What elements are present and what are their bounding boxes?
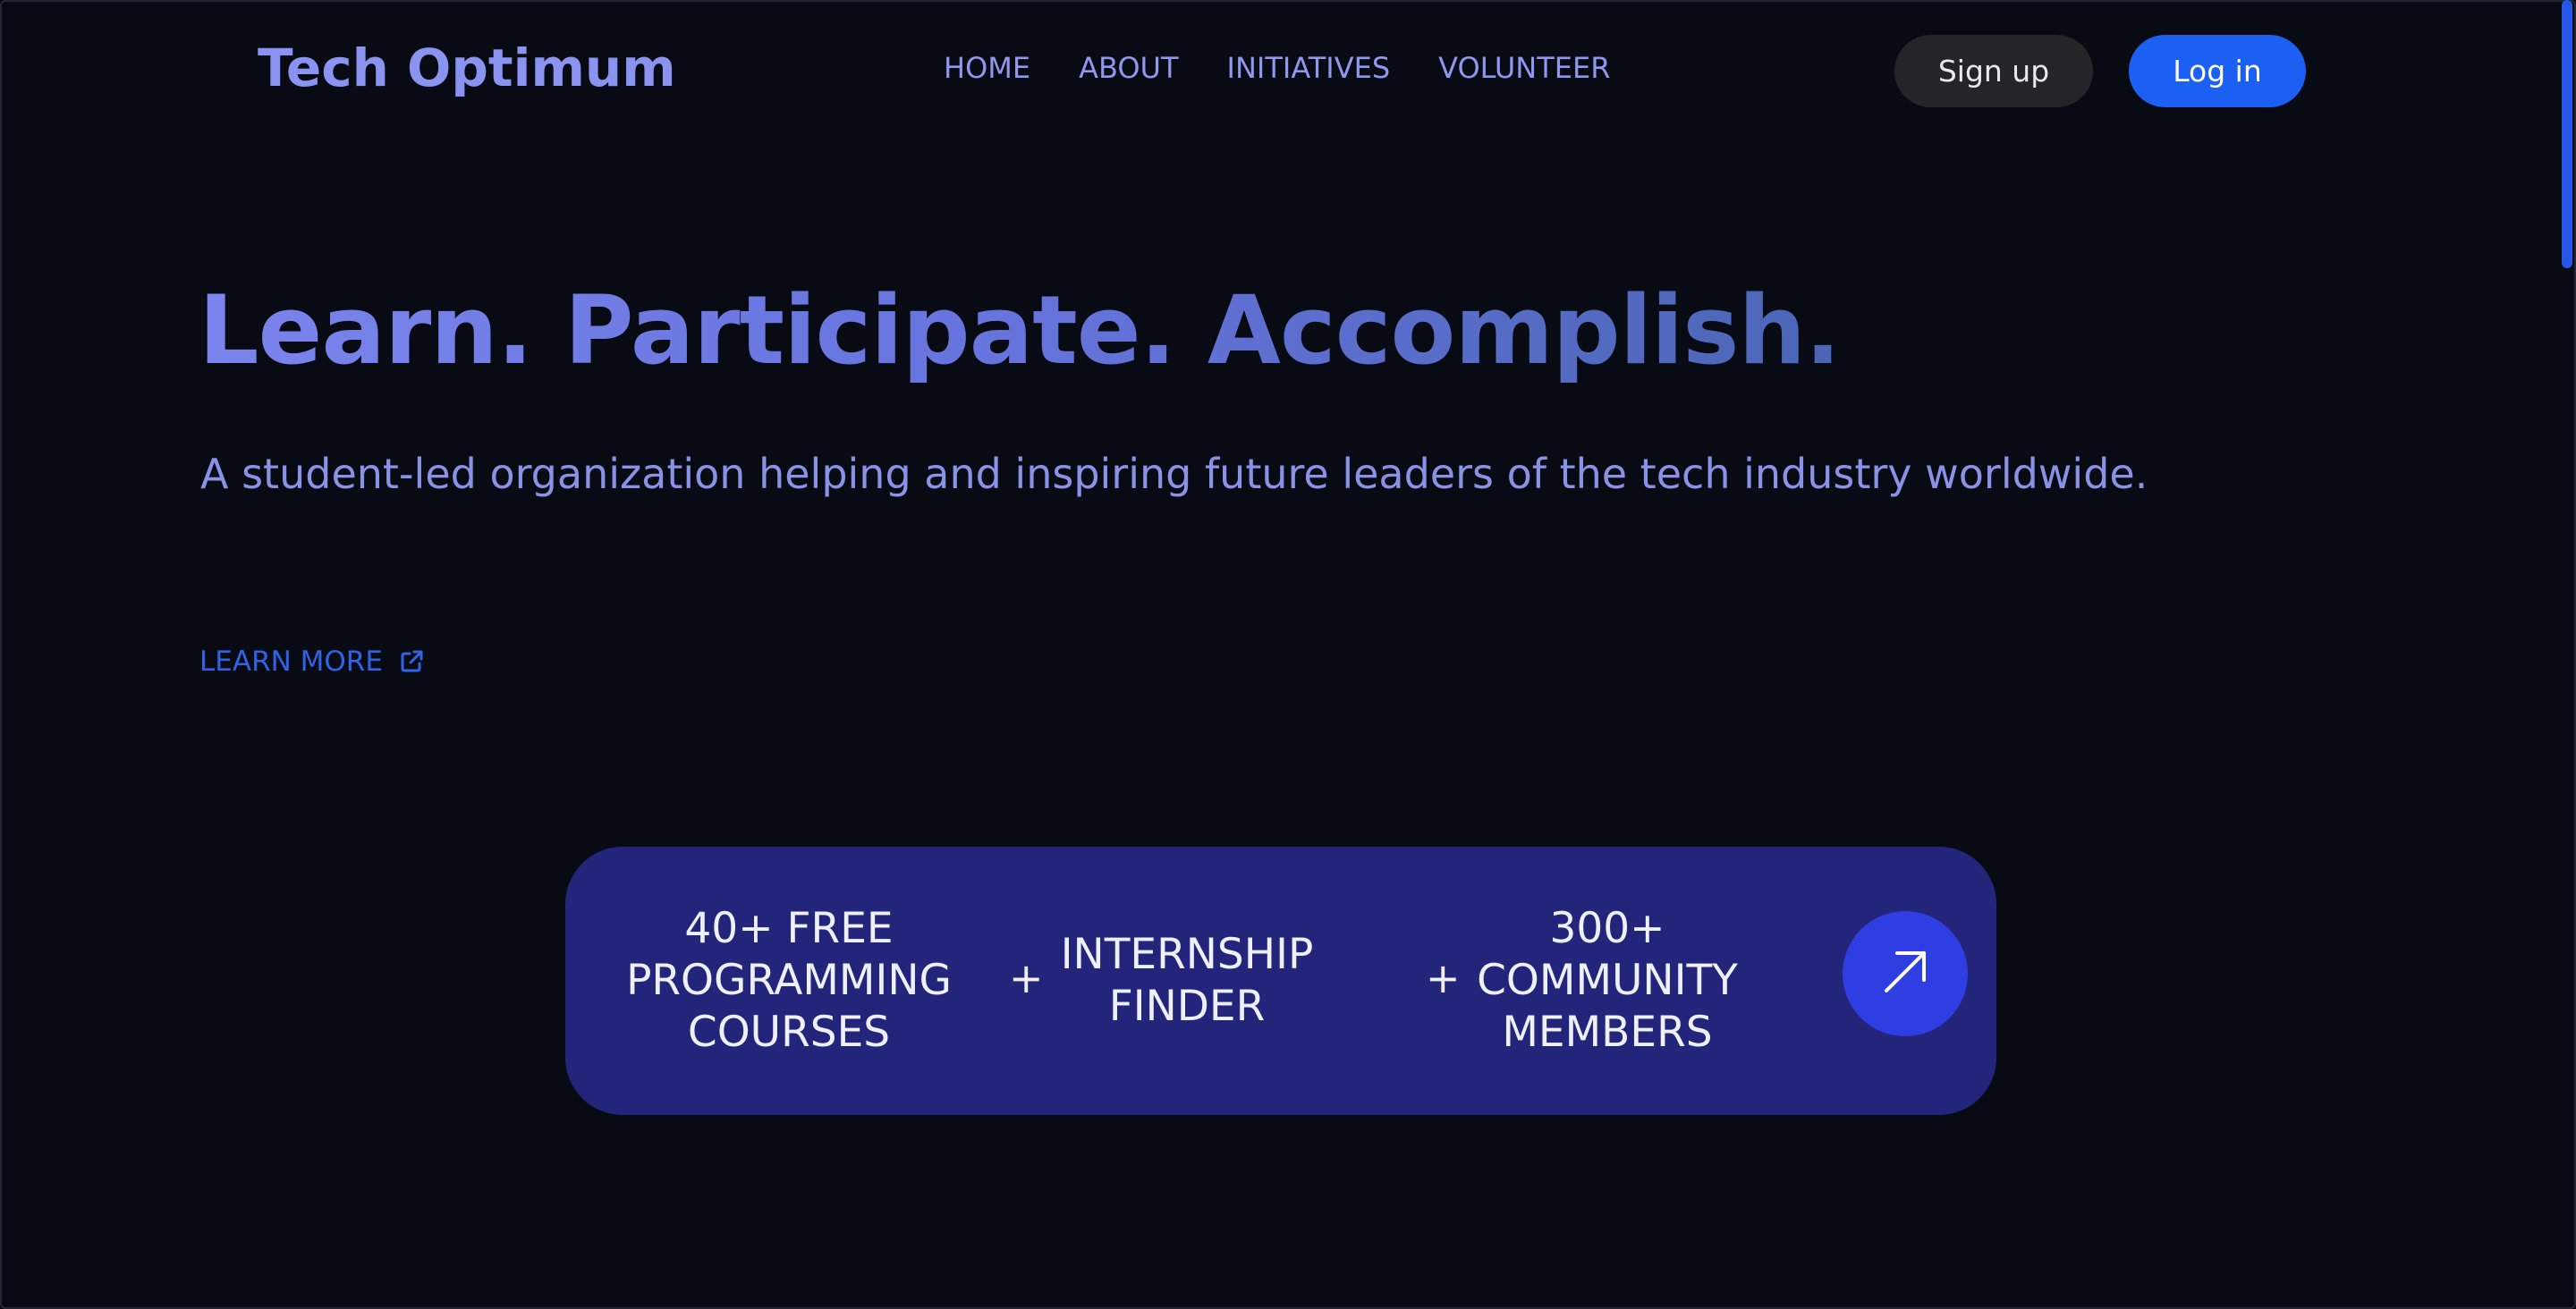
feature-community-members: 300+ COMMUNITY MEMBERS — [1477, 904, 1738, 1057]
features-banner: 40+ FREE PROGRAMMING COURSES + INTERNSHI… — [565, 847, 1996, 1115]
nav-home[interactable]: HOME — [944, 50, 1030, 86]
scrollbar-thumb[interactable] — [2562, 0, 2572, 268]
external-link-icon — [399, 649, 424, 674]
plus-separator: + — [1009, 954, 1044, 1002]
site-logo[interactable]: Tech Optimum — [258, 34, 676, 102]
plus-separator: + — [1426, 954, 1461, 1002]
nav-initiatives[interactable]: INITIATIVES — [1227, 50, 1391, 86]
nav-volunteer[interactable]: VOLUNTEER — [1438, 50, 1610, 86]
features-arrow-button[interactable] — [1843, 911, 1968, 1036]
main-nav: HOME ABOUT INITIATIVES VOLUNTEER — [944, 50, 1610, 86]
nav-about[interactable]: ABOUT — [1079, 50, 1178, 86]
hero-subtitle: A student-led organization helping and i… — [200, 450, 2148, 498]
feature-internship-finder: INTERNSHIP FINDER — [1060, 930, 1314, 1031]
learn-more-link[interactable]: LEARN MORE — [199, 646, 424, 678]
hero-headline: Learn. Participate. Accomplish. — [199, 268, 1841, 393]
login-button[interactable]: Log in — [2129, 35, 2306, 107]
signup-button[interactable]: Sign up — [1894, 35, 2093, 107]
arrow-up-right-icon — [1879, 946, 1931, 1001]
learn-more-label: LEARN MORE — [199, 646, 383, 678]
feature-free-courses: 40+ FREE PROGRAMMING COURSES — [626, 904, 952, 1057]
